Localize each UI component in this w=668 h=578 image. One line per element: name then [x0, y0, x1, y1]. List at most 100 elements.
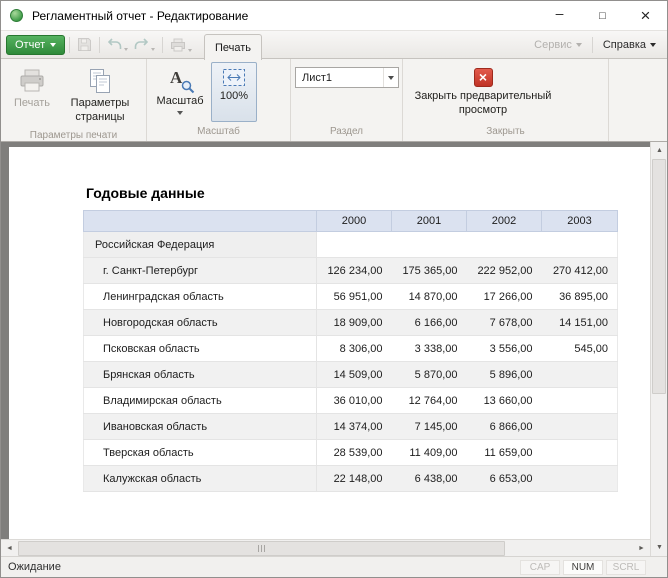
statusbar: Ожидание CAPNUMSCRL	[1, 556, 667, 577]
ribbon-filler	[609, 59, 667, 141]
combo-arrow[interactable]	[383, 68, 398, 87]
page-setup-icon	[88, 68, 112, 94]
header-year: 2000	[317, 211, 392, 232]
chevron-down-icon	[151, 48, 155, 51]
close-icon: ×	[641, 6, 651, 26]
vertical-scroll-thumb[interactable]	[652, 159, 666, 394]
print-button[interactable]: Печать	[5, 62, 59, 126]
undo-button[interactable]	[104, 36, 131, 53]
group-print-params: Печать Параметры страницы Параметры печа…	[1, 59, 147, 141]
cell-value: 6 166,00	[392, 310, 467, 336]
group-scale: A Масштаб 100% Масштаб	[147, 59, 291, 141]
scroll-left-button[interactable]: ◄	[1, 540, 18, 557]
tab-print-label: Печать	[215, 42, 251, 54]
table-row: Ленинградская область56 951,0014 870,001…	[84, 284, 618, 310]
report-menu-label: Отчет	[15, 39, 45, 51]
zoom-selection-icon	[222, 68, 246, 87]
redo-button[interactable]	[131, 36, 158, 53]
row-label: Брянская область	[84, 362, 317, 388]
row-label: Псковская область	[84, 336, 317, 362]
tab-print[interactable]: Печать	[204, 34, 262, 60]
cell-value: 6 438,00	[392, 466, 467, 492]
print-button-label: Печать	[14, 97, 50, 111]
chevron-down-icon	[188, 49, 192, 52]
save-icon	[77, 37, 92, 52]
chevron-down-icon	[50, 43, 56, 47]
close-window-button[interactable]: ×	[624, 1, 667, 30]
main-area: Годовые данные 2000 2001 2002 2003	[1, 142, 667, 556]
cell-value	[467, 232, 542, 258]
maximize-icon: □	[599, 10, 606, 22]
zoom-value-label: 100%	[220, 90, 248, 104]
section-dropdown[interactable]: Лист1	[295, 67, 399, 88]
cell-value: 222 952,00	[467, 258, 542, 284]
scroll-down-button[interactable]: ▼	[651, 539, 667, 556]
row-label: Ивановская область	[84, 414, 317, 440]
report-menu-button[interactable]: Отчет	[6, 35, 65, 55]
table-row: Владимирская область36 010,0012 764,0013…	[84, 388, 618, 414]
cell-value	[542, 414, 618, 440]
status-text: Ожидание	[8, 561, 61, 573]
cell-value: 5 870,00	[392, 362, 467, 388]
header-year: 2002	[467, 211, 542, 232]
titlebar: Регламентный отчет - Редактирование – □ …	[1, 1, 667, 30]
cell-value: 6 866,00	[467, 414, 542, 440]
table-row: Ивановская область14 374,007 145,006 866…	[84, 414, 618, 440]
zoom-100-button[interactable]: 100%	[211, 62, 257, 122]
cell-value	[542, 362, 618, 388]
page-setup-label: Параметры страницы	[65, 97, 135, 125]
cell-value: 13 660,00	[467, 388, 542, 414]
group-label-scale: Масштаб	[147, 124, 290, 141]
chevron-down-icon	[124, 48, 128, 51]
group-label-print-params: Параметры печати	[1, 128, 146, 143]
arrow-left-icon: ◄	[6, 545, 13, 552]
scale-dropdown-button[interactable]: A Масштаб	[151, 62, 209, 122]
printer-icon	[170, 38, 186, 52]
close-preview-button[interactable]: × Закрыть предварительный просмотр	[407, 62, 559, 122]
close-preview-label: Закрыть предварительный просмотр	[411, 90, 555, 118]
app-icon	[10, 9, 23, 22]
quick-print-button[interactable]	[167, 36, 195, 54]
cell-value: 7 145,00	[392, 414, 467, 440]
close-preview-icon: ×	[474, 68, 493, 87]
cell-value	[542, 388, 618, 414]
arrow-up-icon: ▲	[656, 147, 663, 154]
page-setup-button[interactable]: Параметры страницы	[61, 62, 139, 126]
save-button[interactable]	[74, 35, 95, 54]
row-label: Владимирская область	[84, 388, 317, 414]
maximize-button[interactable]: □	[581, 1, 624, 30]
table-header-row: 2000 2001 2002 2003	[84, 211, 618, 232]
cell-value: 270 412,00	[542, 258, 618, 284]
report-title: Годовые данные	[86, 185, 650, 201]
cell-value	[392, 232, 467, 258]
scroll-up-button[interactable]: ▲	[651, 142, 667, 159]
cell-value: 28 539,00	[317, 440, 392, 466]
help-menu[interactable]: Справка	[597, 36, 662, 54]
undo-icon	[107, 38, 122, 51]
report-table-body: Российская Федерацияг. Санкт-Петербург12…	[84, 232, 618, 492]
cell-value: 3 556,00	[467, 336, 542, 362]
arrow-down-icon: ▼	[656, 544, 663, 551]
cell-value: 175 365,00	[392, 258, 467, 284]
row-label: Российская Федерация	[84, 232, 317, 258]
cell-value: 14 509,00	[317, 362, 392, 388]
row-label: Новгородская область	[84, 310, 317, 336]
horizontal-scroll-thumb[interactable]	[18, 541, 505, 556]
window-controls: – □ ×	[538, 1, 667, 30]
row-label: Тверская область	[84, 440, 317, 466]
chevron-down-icon	[650, 43, 656, 47]
header-year: 2003	[542, 211, 618, 232]
vertical-scrollbar[interactable]: ▲ ▼	[650, 142, 667, 556]
horizontal-scroll-track[interactable]	[18, 540, 633, 557]
horizontal-scrollbar[interactable]: ◄ ►	[1, 539, 650, 556]
scroll-right-button[interactable]: ►	[633, 540, 650, 557]
service-menu[interactable]: Сервис	[528, 36, 588, 54]
vertical-scroll-track[interactable]	[651, 159, 667, 539]
table-row: Российская Федерация	[84, 232, 618, 258]
group-label-close: Закрыть	[403, 124, 608, 141]
minimize-button[interactable]: –	[538, 1, 581, 30]
preview-workspace: Годовые данные 2000 2001 2002 2003	[1, 142, 650, 539]
table-row: Брянская область14 509,005 870,005 896,0…	[84, 362, 618, 388]
cell-value: 36 010,00	[317, 388, 392, 414]
toolbar-separator	[69, 37, 70, 53]
